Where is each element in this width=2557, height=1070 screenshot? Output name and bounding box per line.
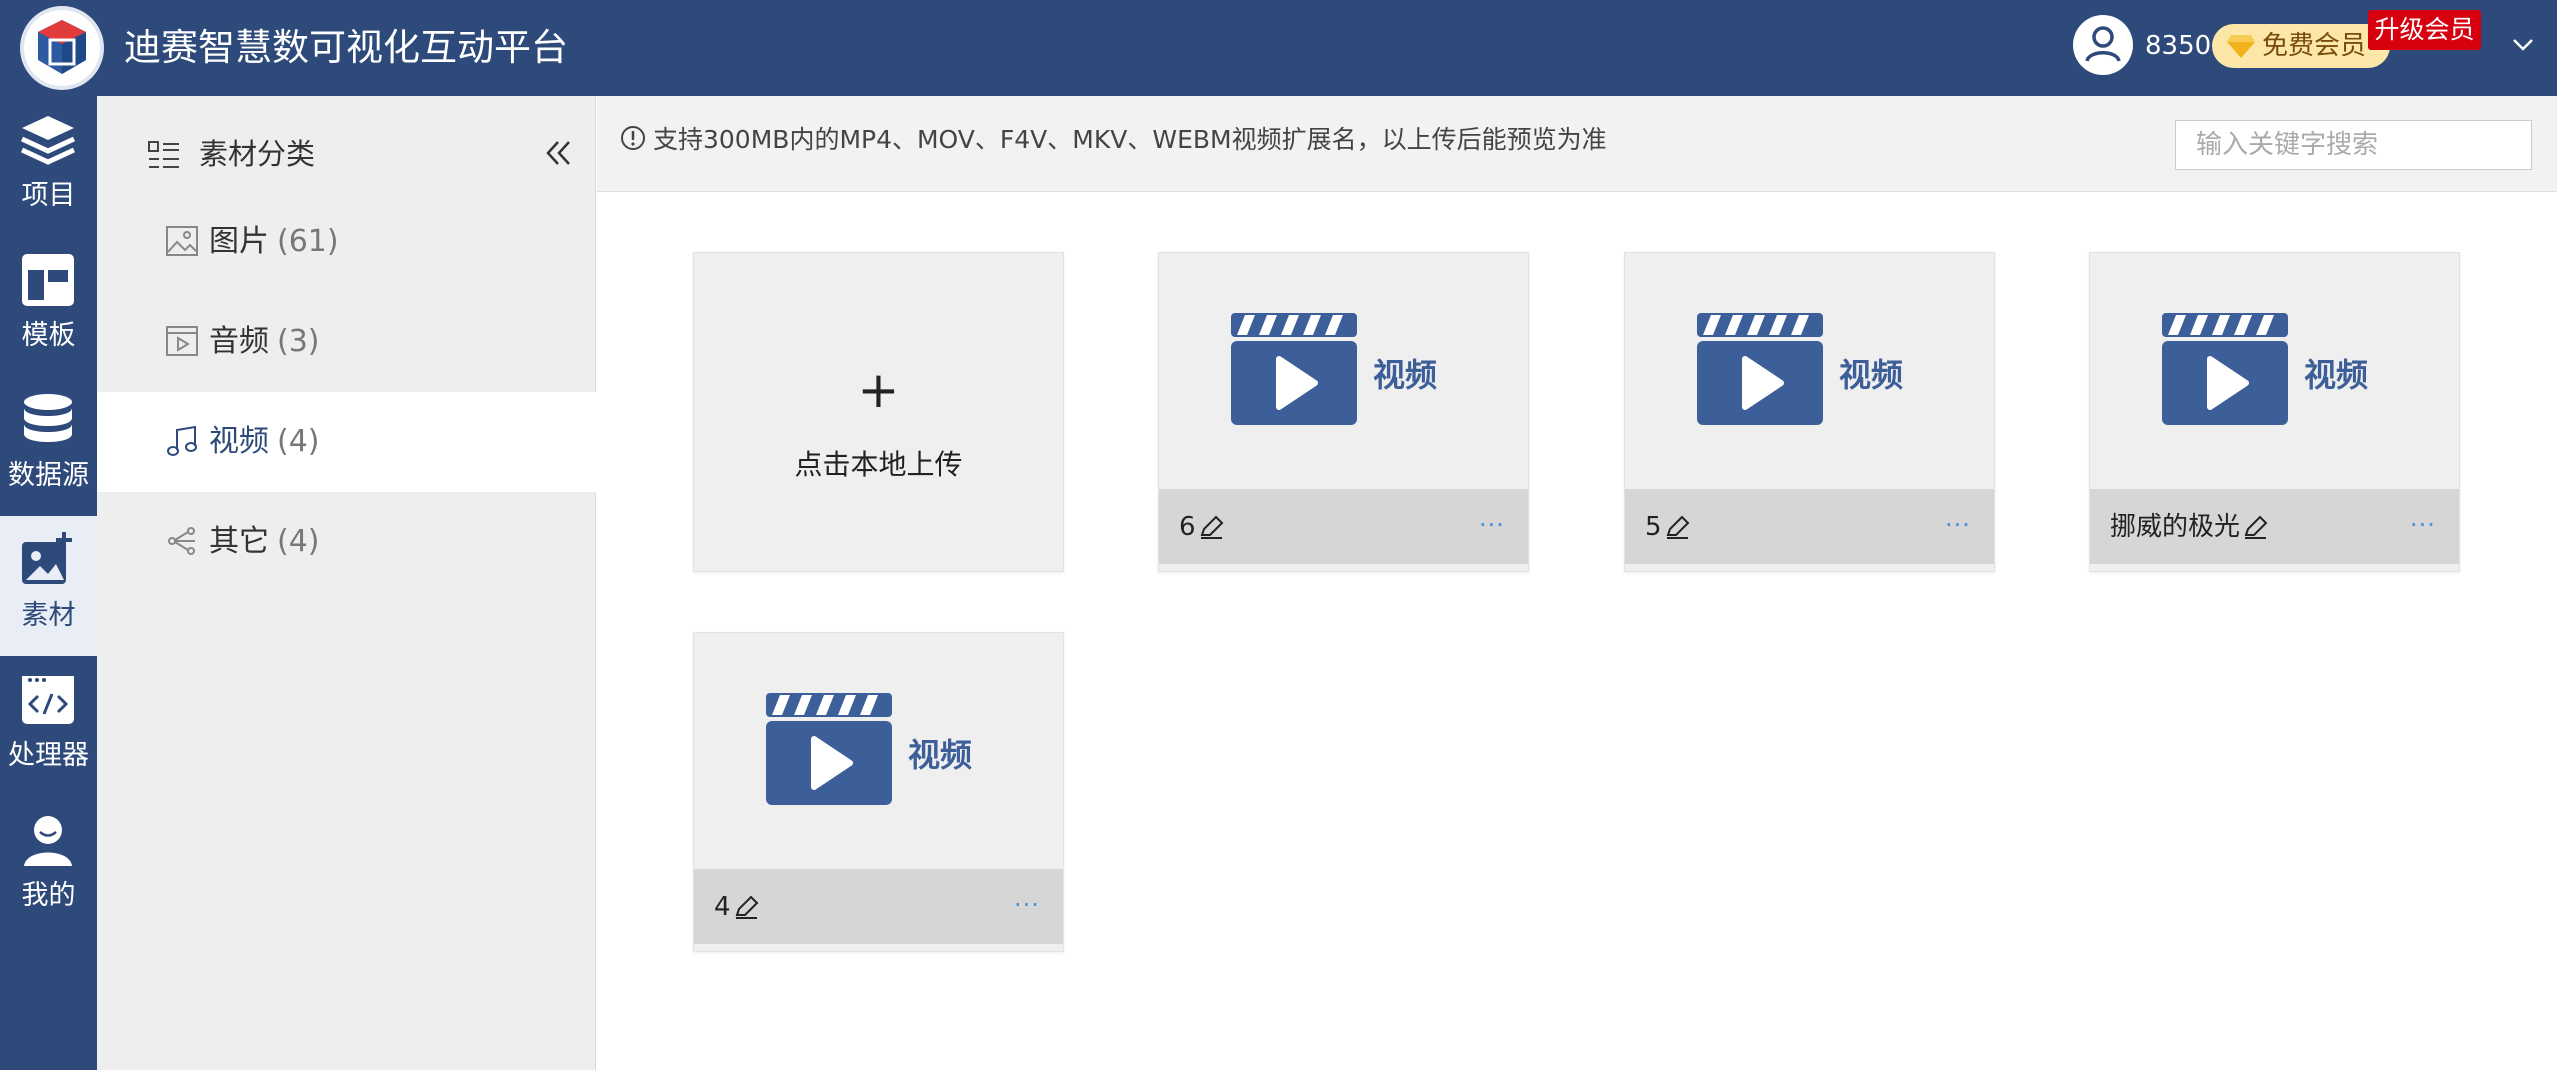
cube-logo-icon: [38, 20, 86, 74]
share-nodes-icon: [168, 527, 195, 555]
card-footer: 5 ···: [1625, 489, 1994, 564]
info-icon: [621, 126, 645, 150]
card-footer: 挪威的极光 ···: [2090, 489, 2459, 564]
search-input[interactable]: [2175, 120, 2532, 170]
app-title: 迪赛智慧数可视化互动平台: [124, 26, 568, 69]
user-icon: [2085, 26, 2121, 62]
card-footer: 6 ···: [1159, 489, 1528, 564]
card-name[interactable]: 6: [1179, 507, 1224, 547]
double-chevron-left-icon[interactable]: [543, 138, 573, 168]
nav-label: 数据源: [8, 460, 89, 491]
more-options-icon[interactable]: ···: [1014, 885, 1040, 925]
member-badge[interactable]: 免费会员: [2212, 24, 2390, 68]
more-options-icon[interactable]: ···: [1945, 505, 1971, 545]
list-icon: [148, 141, 179, 168]
app-logo[interactable]: [20, 6, 104, 90]
card-footer: 4 ···: [694, 869, 1063, 944]
layers-icon: [20, 116, 76, 165]
more-options-icon[interactable]: ···: [2410, 505, 2436, 545]
category-header: 素材分类: [199, 137, 316, 171]
video-card[interactable]: 视频 5 ···: [1624, 252, 1995, 572]
nav-item-template[interactable]: 模板: [0, 236, 97, 376]
nav-label: 模板: [21, 320, 76, 351]
card-name[interactable]: 5: [1645, 507, 1690, 547]
info-bar: 支持300MB内的MP4、MOV、F4V、MKV、WEBM视频扩展名，以上传后能…: [597, 96, 2557, 192]
category-item-other[interactable]: 其它 (4): [97, 492, 596, 592]
category-item-video[interactable]: 视频 (4): [97, 392, 596, 492]
nav-label: 我的: [21, 880, 76, 911]
nav-rail: 项目 模板 数据源 素材 处理器 我的: [0, 96, 97, 1070]
nav-item-datasource[interactable]: 数据源: [0, 376, 97, 516]
thumbnail-label: 视频: [908, 736, 973, 774]
image-icon: [166, 226, 198, 256]
more-options-icon[interactable]: ···: [1479, 505, 1505, 545]
nav-label: 素材: [21, 600, 76, 631]
category-item-audio[interactable]: 音频 (3): [97, 292, 596, 392]
music-note-icon: [167, 425, 197, 456]
category-item-image[interactable]: 图片 (61): [97, 192, 596, 292]
upload-label: 点击本地上传: [794, 448, 963, 481]
category-label: 其它 (4): [209, 524, 320, 559]
video-card[interactable]: 视频 挪威的极光 ···: [2089, 252, 2460, 572]
video-thumbnail-icon: [2162, 313, 2288, 425]
video-card[interactable]: 视频 4 ···: [693, 632, 1064, 952]
nav-item-mine[interactable]: 我的: [0, 796, 97, 936]
edit-icon[interactable]: [733, 895, 759, 921]
category-label: 音频 (3): [209, 324, 320, 359]
plus-icon: +: [857, 361, 900, 419]
nav-item-processor[interactable]: 处理器: [0, 656, 97, 796]
diamond-icon: [2227, 35, 2255, 58]
card-name[interactable]: 挪威的极光: [2110, 507, 2268, 547]
nav-item-material[interactable]: 素材: [0, 516, 97, 656]
nav-item-project[interactable]: 项目: [0, 96, 97, 236]
video-thumbnail-icon: [1697, 313, 1823, 425]
member-badge-label: 免费会员: [2262, 31, 2367, 61]
top-bar: 迪赛智慧数可视化互动平台 8350 免费会员 升级会员: [0, 0, 2557, 96]
category-label: 图片 (61): [209, 224, 339, 259]
template-icon: [22, 254, 74, 306]
edit-icon[interactable]: [2242, 515, 2268, 541]
edit-icon[interactable]: [1198, 515, 1224, 541]
upload-hint-text: 支持300MB内的MP4、MOV、F4V、MKV、WEBM视频扩展名，以上传后能…: [653, 125, 1607, 154]
category-sidebar: 素材分类 图片 (61) 音频 (3) 视频 (4) 其它 (4): [97, 96, 596, 1070]
upgrade-button[interactable]: 升级会员: [2368, 10, 2481, 50]
video-card[interactable]: 视频 6 ···: [1158, 252, 1529, 572]
image-add-icon: [22, 532, 72, 584]
nav-label: 处理器: [8, 740, 89, 771]
code-icon: [22, 676, 74, 724]
media-player-icon: [166, 326, 198, 356]
chevron-down-icon[interactable]: [2510, 32, 2536, 58]
user-avatar[interactable]: [2073, 15, 2133, 75]
thumbnail-label: 视频: [1373, 356, 1438, 394]
edit-icon[interactable]: [1664, 515, 1690, 541]
credits-count: 8350: [2145, 31, 2212, 61]
user-icon: [24, 816, 72, 866]
upload-card[interactable]: + 点击本地上传: [693, 252, 1064, 572]
video-thumbnail-icon: [1231, 313, 1357, 425]
database-icon: [24, 394, 72, 442]
category-label: 视频 (4): [209, 424, 320, 459]
video-thumbnail-icon: [766, 693, 892, 805]
nav-label: 项目: [21, 180, 76, 211]
card-name[interactable]: 4: [714, 887, 759, 927]
thumbnail-label: 视频: [2304, 356, 2369, 394]
thumbnail-label: 视频: [1839, 356, 1904, 394]
